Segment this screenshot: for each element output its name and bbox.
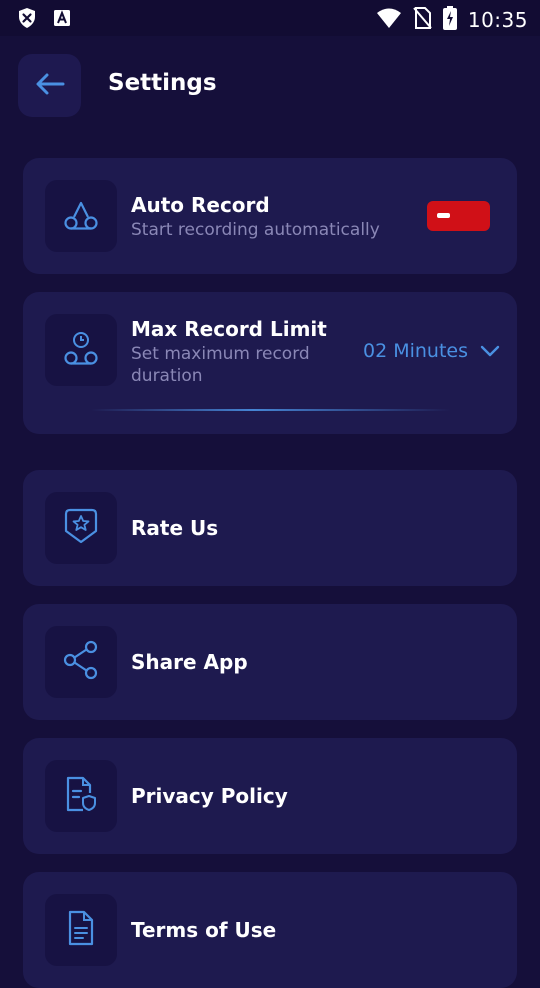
- max-record-icon-box: [45, 314, 117, 386]
- share-app-icon-box: [45, 626, 117, 698]
- auto-record-subtitle: Start recording automatically: [131, 220, 380, 240]
- back-button[interactable]: [18, 54, 81, 117]
- status-time: 10:35: [467, 8, 528, 32]
- share-app-card[interactable]: Share App: [23, 604, 517, 720]
- privacy-policy-icon-box: [45, 760, 117, 832]
- record-limit-value: 02 Minutes: [363, 340, 469, 362]
- star-badge-icon: [61, 506, 101, 550]
- rate-us-title: Rate Us: [131, 516, 219, 540]
- voicemail-icon: [61, 197, 101, 235]
- app-header: Settings: [0, 36, 540, 136]
- max-record-subtitle-2: duration: [131, 366, 203, 386]
- arrow-left-icon: [35, 72, 65, 100]
- x-shield-icon: [16, 7, 38, 33]
- record-limit-dropdown[interactable]: 02 Minutes: [363, 340, 500, 362]
- auto-record-card: Auto Record Start recording automaticall…: [23, 158, 517, 274]
- terms-of-use-card[interactable]: Terms of Use: [23, 872, 517, 988]
- auto-record-toggle[interactable]: [427, 201, 490, 231]
- chevron-down-icon: [480, 340, 500, 362]
- rate-us-card[interactable]: Rate Us: [23, 470, 517, 586]
- terms-of-use-title: Terms of Use: [131, 918, 277, 942]
- max-record-limit-card: Max Record Limit Set maximum record dura…: [23, 292, 517, 434]
- voicemail-clock-icon: [61, 330, 101, 370]
- share-app-title: Share App: [131, 650, 248, 674]
- status-bar: 10:35: [0, 0, 540, 36]
- privacy-policy-card[interactable]: Privacy Policy: [23, 738, 517, 854]
- wifi-icon: [376, 7, 402, 33]
- terms-of-use-icon-box: [45, 894, 117, 966]
- page-title: Settings: [108, 70, 217, 96]
- battery-charging-icon: [442, 6, 458, 34]
- toggle-off-indicator: [437, 213, 450, 218]
- share-icon: [62, 640, 100, 684]
- no-sim-icon: [412, 6, 432, 34]
- document-icon: [66, 910, 96, 950]
- document-shield-icon: [63, 774, 99, 818]
- max-record-title: Max Record Limit: [131, 317, 327, 341]
- rate-us-icon-box: [45, 492, 117, 564]
- privacy-policy-title: Privacy Policy: [131, 784, 288, 808]
- divider-glow: [91, 409, 451, 411]
- auto-record-title: Auto Record: [131, 193, 270, 217]
- font-a-icon: [52, 8, 72, 32]
- max-record-subtitle-1: Set maximum record: [131, 344, 310, 364]
- auto-record-icon-box: [45, 180, 117, 252]
